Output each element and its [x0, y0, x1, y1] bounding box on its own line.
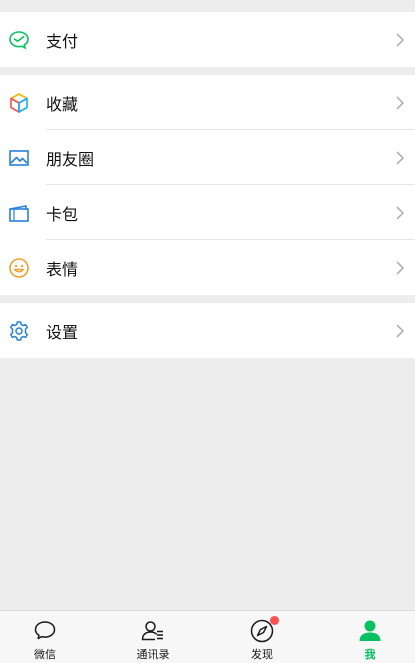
menu-item-label: 收藏 [46, 94, 79, 114]
menu-item-label: 支付 [46, 31, 79, 51]
bottom-tab-bar: 微信 通讯录 发现 我 [0, 610, 415, 663]
menu-item-label: 朋友圈 [46, 149, 95, 169]
menu-item-label: 设置 [46, 322, 79, 342]
tab-label: 通讯录 [136, 648, 170, 661]
notification-badge [270, 616, 279, 625]
tab-label: 微信 [34, 648, 56, 661]
me-icon [359, 620, 381, 641]
tab-contacts[interactable]: 通讯录 [123, 611, 183, 663]
tab-me[interactable]: 我 [340, 611, 400, 663]
pay-icon [8, 29, 30, 51]
settings-group: 设置 [0, 303, 415, 358]
me-page: 支付 收藏 朋友圈 卡包 表情 设置 微信 通讯录 发现 我 [0, 0, 415, 663]
settings-icon [8, 320, 30, 342]
tab-chats[interactable]: 微信 [15, 611, 75, 663]
chevron-right-icon [396, 323, 405, 338]
menu-item-card-wallet[interactable]: 卡包 [0, 185, 415, 240]
pay-group: 支付 [0, 12, 415, 67]
menu-item-stickers[interactable]: 表情 [0, 240, 415, 295]
menu-item-favorites[interactable]: 收藏 [0, 75, 415, 130]
contacts-icon [141, 621, 163, 641]
chat-bubble-icon [34, 621, 56, 640]
chevron-right-icon [396, 150, 405, 165]
menu-item-label: 表情 [46, 259, 79, 279]
chevron-right-icon [396, 95, 405, 110]
favorites-icon [8, 92, 30, 114]
features-group: 收藏 朋友圈 卡包 表情 [0, 75, 415, 295]
tab-label: 我 [364, 648, 376, 661]
menu-item-label: 卡包 [46, 204, 79, 224]
tab-label: 发现 [251, 648, 273, 661]
menu-item-settings[interactable]: 设置 [0, 303, 415, 358]
sticker-icon [8, 257, 30, 279]
menu-item-pay[interactable]: 支付 [0, 12, 415, 67]
moments-icon [8, 147, 30, 169]
chevron-right-icon [396, 205, 405, 220]
chevron-right-icon [396, 260, 405, 275]
menu-item-moments[interactable]: 朋友圈 [0, 130, 415, 185]
tab-discover[interactable]: 发现 [232, 611, 292, 663]
chevron-right-icon [396, 32, 405, 47]
card-wallet-icon [8, 202, 30, 224]
